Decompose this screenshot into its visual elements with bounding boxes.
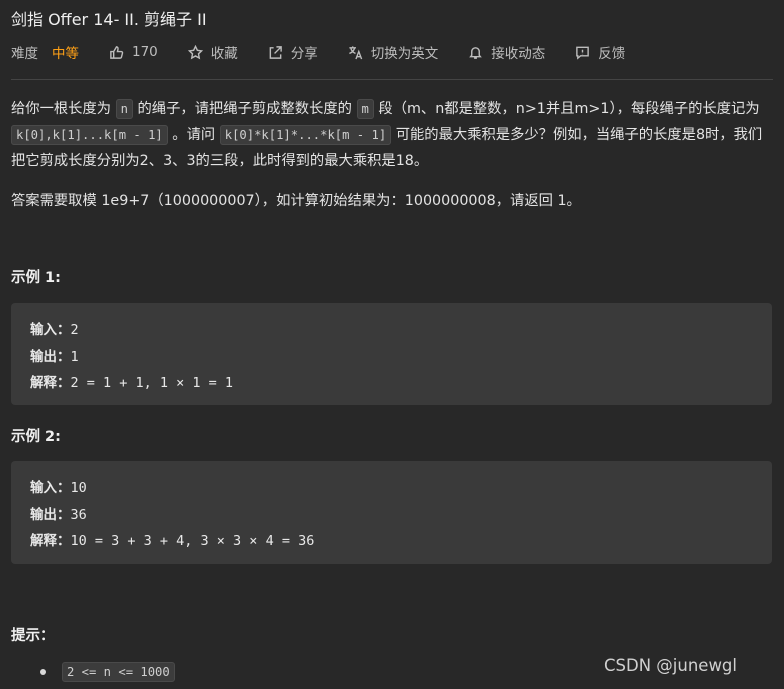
header-divider: [11, 79, 773, 80]
explain-label: 解释：: [30, 375, 71, 391]
like-button[interactable]: 170: [109, 44, 158, 60]
difficulty-badge: 中等: [52, 46, 79, 62]
hint-list-item: 2 <= n <= 1000: [40, 662, 175, 682]
input-label: 输入：: [30, 322, 71, 338]
example-2-output: 输出：36: [30, 502, 753, 529]
output-value: 1: [70, 348, 79, 365]
example-2-input: 输入：10: [30, 475, 753, 502]
output-value: 36: [70, 506, 87, 523]
feedback-icon: [576, 46, 590, 60]
share-label: 分享: [290, 46, 318, 62]
problem-meta-bar: 难度 中等 170 收藏 分享 切换为英文 接收动态 反馈: [11, 42, 774, 62]
star-icon: [187, 44, 203, 59]
example-2-block: 输入：10 输出：36 解释：10 = 3 + 3 + 4, 3 × 3 × 4…: [11, 461, 772, 564]
translate-icon: [348, 45, 363, 59]
description-paragraph-2: 答案需要取模 1e9+7（1000000007），如计算初始结果为：100000…: [11, 193, 581, 209]
problem-title: 剑指 Offer 14- II. 剪绳子 II: [11, 10, 207, 29]
description-paragraph-1: 给你一根长度为 n 的绳子，请把绳子剪成整数长度的 m 段（m、n都是整数，n>…: [11, 96, 773, 174]
constraint-code: 2 <= n <= 1000: [62, 662, 175, 682]
description-text: 给你一根长度为: [11, 101, 112, 117]
inline-code-k: k[0],k[1]...k[m - 1]: [11, 125, 168, 145]
feedback-button[interactable]: 反馈: [575, 42, 625, 62]
example-1-input: 输入：2: [30, 317, 753, 344]
difficulty-label: 难度: [11, 46, 38, 62]
share-icon: [269, 45, 282, 59]
feedback-label: 反馈: [598, 46, 626, 62]
switch-language-label: 切换为英文: [370, 46, 439, 62]
example-1-heading: 示例 1:: [11, 270, 61, 286]
description-text: 段（m、n都是整数，n>1并且m>1），每段绳子的长度记为: [378, 101, 760, 117]
example-1-block: 输入：2 输出：1 解释：2 = 1 + 1, 1 × 1 = 1: [11, 303, 772, 405]
subscribe-button[interactable]: 接收动态: [468, 42, 545, 62]
output-label: 输出：: [30, 348, 71, 365]
thumbs-up-icon: [110, 45, 124, 59]
share-button[interactable]: 分享: [268, 42, 318, 62]
favorite-label: 收藏: [210, 46, 238, 62]
favorite-button[interactable]: 收藏: [187, 42, 238, 62]
input-value: 2: [70, 322, 79, 338]
input-value: 10: [70, 480, 87, 496]
bullet-icon: [40, 669, 46, 675]
inline-code-product: k[0]*k[1]*...*k[m - 1]: [219, 125, 392, 145]
inline-code-n: n: [115, 99, 133, 119]
example-1-output: 输出：1: [30, 344, 753, 371]
example-2-explanation: 解释：10 = 3 + 3 + 4, 3 × 3 × 4 = 36: [30, 528, 753, 555]
hint-heading: 提示：: [11, 628, 55, 644]
watermark: CSDN @junewgl: [604, 656, 737, 675]
switch-language-button[interactable]: 切换为英文: [348, 42, 439, 62]
description-text: 的绳子，请把绳子剪成整数长度的: [137, 101, 352, 117]
explain-value: 2 = 1 + 1, 1 × 1 = 1: [70, 375, 234, 391]
example-2-heading: 示例 2:: [11, 429, 61, 445]
subscribe-label: 接收动态: [491, 46, 546, 62]
problem-description: 给你一根长度为 n 的绳子，请把绳子剪成整数长度的 m 段（m、n都是整数，n>…: [11, 96, 773, 214]
input-label: 输入：: [30, 480, 71, 496]
description-text: 。请问: [172, 127, 216, 143]
explain-label: 解释：: [30, 533, 71, 549]
bell-icon: [469, 46, 483, 59]
output-label: 输出：: [30, 506, 71, 523]
inline-code-m: m: [356, 99, 374, 119]
example-1-explanation: 解释：2 = 1 + 1, 1 × 1 = 1: [30, 370, 753, 397]
explain-value: 10 = 3 + 3 + 4, 3 × 3 × 4 = 36: [70, 533, 315, 549]
like-count: 170: [132, 44, 158, 60]
